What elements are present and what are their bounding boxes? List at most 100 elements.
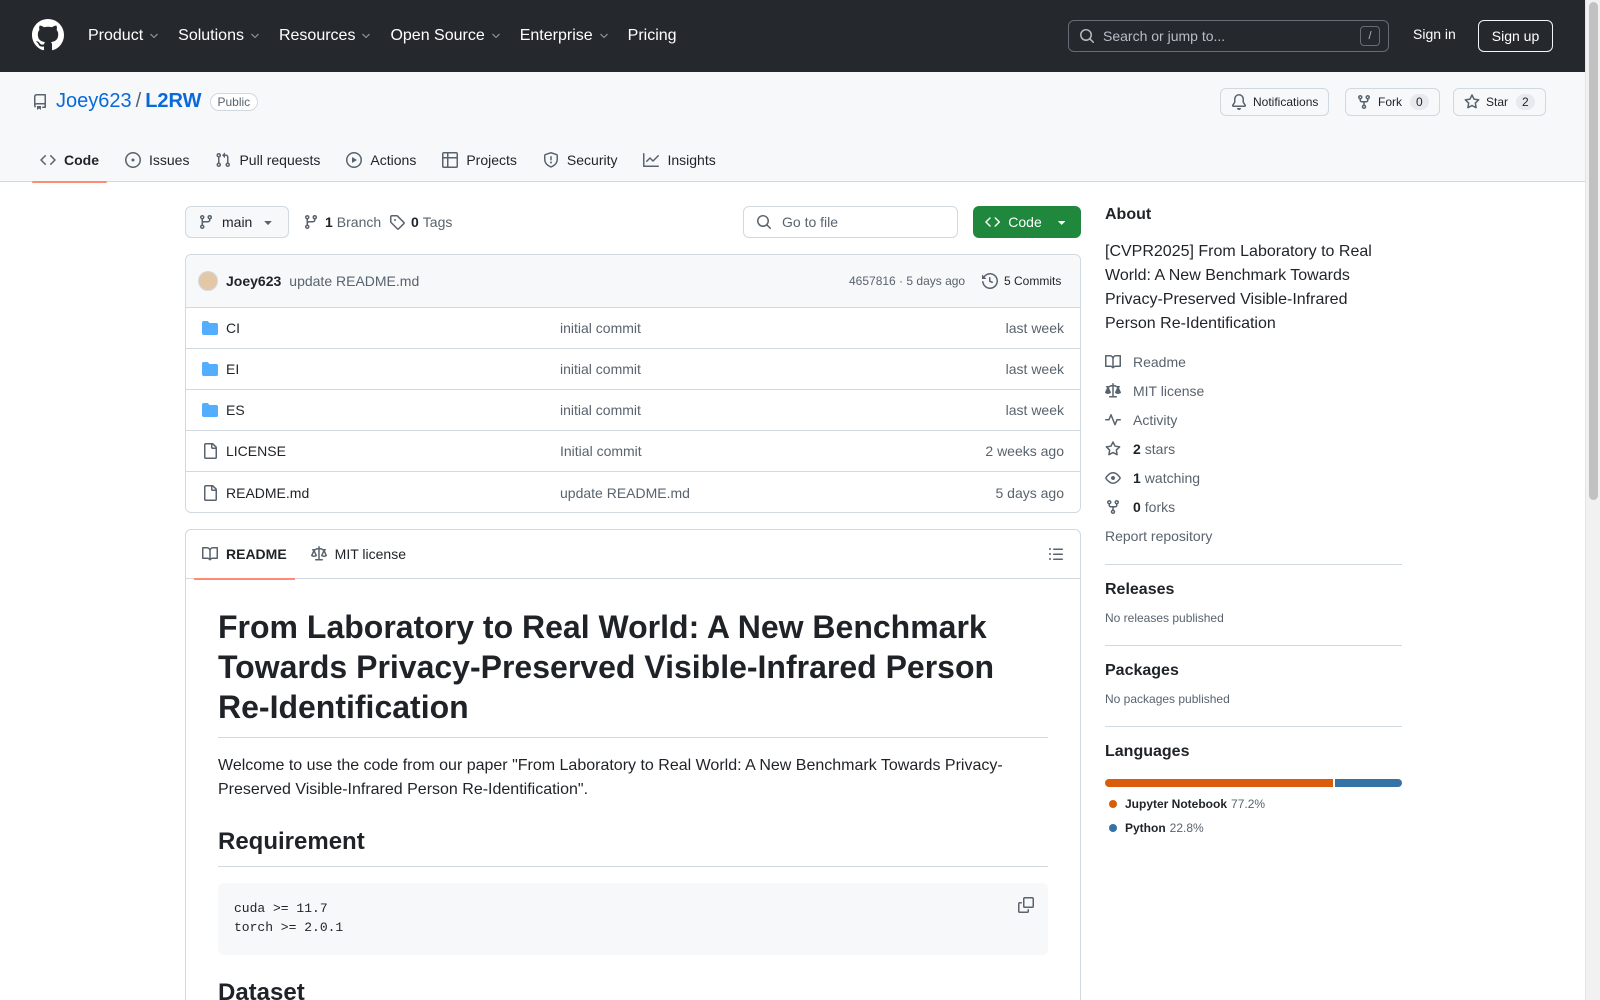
forks-link[interactable]: 0 forks bbox=[1105, 499, 1402, 515]
branch-icon bbox=[199, 215, 212, 230]
tab-issues[interactable]: Issues bbox=[117, 138, 197, 182]
branches-link[interactable]: 1 Branch bbox=[303, 214, 381, 230]
file-name-link[interactable]: EI bbox=[226, 361, 239, 377]
repo-owner-link[interactable]: Joey623 bbox=[56, 90, 132, 113]
language-bar bbox=[1105, 779, 1402, 787]
tab-pull-requests[interactable]: Pull requests bbox=[207, 138, 328, 182]
graph-icon bbox=[643, 153, 660, 167]
file-commit-message[interactable]: Initial commit bbox=[560, 443, 642, 459]
language-item[interactable]: Python 22.8% bbox=[1109, 821, 1402, 835]
copy-icon[interactable] bbox=[1018, 897, 1034, 913]
search-icon bbox=[757, 215, 772, 230]
code-dropdown-button[interactable]: Code bbox=[973, 206, 1081, 238]
readme-label: Readme bbox=[1133, 354, 1186, 370]
play-icon bbox=[346, 152, 363, 168]
tab-insights[interactable]: Insights bbox=[635, 138, 723, 182]
watchers-link[interactable]: 1 watching bbox=[1105, 470, 1402, 486]
go-to-file-input[interactable]: Go to file bbox=[743, 206, 958, 238]
file-row[interactable]: ES initial commit last week bbox=[186, 390, 1080, 431]
repo-name-link[interactable]: L2RW bbox=[145, 90, 201, 113]
sign-up-button[interactable]: Sign up bbox=[1478, 20, 1553, 52]
watching-label: watching bbox=[1144, 470, 1201, 486]
fork-button[interactable]: Fork 0 bbox=[1345, 88, 1440, 116]
tag-count: 0 bbox=[411, 214, 419, 230]
notifications-button[interactable]: Notifications bbox=[1220, 88, 1330, 116]
tags-link[interactable]: 0 Tags bbox=[389, 214, 452, 230]
nav-resources[interactable]: Resources bbox=[279, 27, 372, 45]
file-commit-message[interactable]: initial commit bbox=[560, 361, 641, 377]
language-bar-segment bbox=[1105, 779, 1333, 787]
branch-select-button[interactable]: main bbox=[185, 206, 289, 238]
pulse-icon bbox=[1105, 414, 1121, 426]
nav-product[interactable]: Product bbox=[88, 27, 160, 45]
tab-code[interactable]: Code bbox=[32, 138, 107, 183]
file-commit-message[interactable]: update README.md bbox=[560, 485, 690, 501]
report-repository-link[interactable]: Report repository bbox=[1105, 528, 1402, 544]
tab-label: Actions bbox=[370, 152, 417, 168]
nav-label: Resources bbox=[278, 27, 356, 44]
file-commit-message[interactable]: initial commit bbox=[560, 402, 641, 418]
law-icon bbox=[1105, 383, 1121, 398]
divider bbox=[1105, 645, 1402, 646]
star-count: 2 bbox=[1516, 94, 1535, 110]
tab-projects[interactable]: Projects bbox=[434, 138, 525, 182]
scrollbar-thumb[interactable] bbox=[1589, 2, 1598, 500]
nav-label: Product bbox=[88, 27, 144, 44]
github-logo-icon[interactable] bbox=[32, 19, 64, 51]
nav-open-source[interactable]: Open Source bbox=[390, 27, 501, 45]
license-link[interactable]: MIT license bbox=[1105, 383, 1402, 399]
commit-message-link[interactable]: update README.md bbox=[289, 273, 419, 289]
license-label: MIT license bbox=[1133, 383, 1205, 399]
file-commit-message[interactable]: initial commit bbox=[560, 320, 641, 336]
tag-icon bbox=[390, 215, 405, 230]
file-name-link[interactable]: CI bbox=[226, 320, 240, 336]
language-color-dot bbox=[1109, 824, 1117, 832]
fork-icon bbox=[1107, 500, 1119, 515]
file-name-link[interactable]: ES bbox=[226, 402, 245, 418]
list-unordered-icon[interactable] bbox=[1048, 546, 1064, 562]
file-row[interactable]: README.md update README.md 5 days ago bbox=[186, 472, 1080, 512]
file-icon bbox=[204, 484, 217, 501]
file-name-link[interactable]: LICENSE bbox=[226, 443, 286, 459]
star-icon bbox=[1464, 94, 1480, 109]
star-label: Star bbox=[1486, 95, 1509, 109]
file-row[interactable]: CI initial commit last week bbox=[186, 308, 1080, 349]
tab-security[interactable]: Security bbox=[535, 138, 626, 182]
readme-link[interactable]: Readme bbox=[1105, 354, 1402, 370]
page-scrollbar[interactable] bbox=[1585, 0, 1600, 1000]
releases-text: No releases published bbox=[1105, 611, 1224, 625]
fork-icon bbox=[1358, 95, 1370, 110]
nav-label: Solutions bbox=[178, 27, 244, 44]
languages-heading: Languages bbox=[1105, 743, 1190, 760]
code-block: cuda >= 11.7 torch >= 2.0.1 bbox=[218, 883, 1048, 955]
folder-icon bbox=[202, 403, 218, 417]
triangle-down-icon bbox=[1057, 221, 1065, 225]
packages-heading[interactable]: Packages bbox=[1105, 662, 1402, 680]
activity-link[interactable]: Activity bbox=[1105, 412, 1402, 428]
tab-readme[interactable]: README bbox=[194, 530, 295, 580]
branch-name: main bbox=[222, 214, 253, 230]
commit-sha-time[interactable]: 4657816 · 5 days ago bbox=[849, 274, 965, 288]
sign-in-link[interactable]: Sign in bbox=[1413, 26, 1456, 42]
nav-enterprise[interactable]: Enterprise bbox=[520, 27, 610, 45]
releases-heading[interactable]: Releases bbox=[1105, 581, 1402, 599]
notifications-label: Notifications bbox=[1253, 95, 1319, 109]
avatar[interactable] bbox=[198, 271, 218, 291]
repo-sidebar: About [CVPR2025] From Laboratory to Real… bbox=[1105, 206, 1402, 835]
tab-label: Security bbox=[566, 152, 618, 168]
stars-link[interactable]: 2 stars bbox=[1105, 441, 1402, 457]
search-input[interactable]: Search or jump to... / bbox=[1068, 20, 1389, 52]
tab-license[interactable]: MIT license bbox=[303, 530, 414, 579]
tab-actions[interactable]: Actions bbox=[338, 138, 424, 182]
star-button[interactable]: Star 2 bbox=[1453, 88, 1546, 116]
language-item[interactable]: Jupyter Notebook 77.2% bbox=[1109, 797, 1402, 811]
code-line: cuda >= 11.7 bbox=[234, 901, 328, 916]
file-name-link[interactable]: README.md bbox=[226, 485, 309, 501]
branch-count: 1 bbox=[325, 214, 333, 230]
file-row[interactable]: LICENSE Initial commit 2 weeks ago bbox=[186, 431, 1080, 472]
commits-history-link[interactable]: 5 Commits bbox=[982, 273, 1061, 289]
commit-author-link[interactable]: Joey623 bbox=[226, 273, 281, 289]
nav-solutions[interactable]: Solutions bbox=[178, 27, 261, 45]
file-row[interactable]: EI initial commit last week bbox=[186, 349, 1080, 390]
nav-pricing[interactable]: Pricing bbox=[628, 27, 677, 45]
